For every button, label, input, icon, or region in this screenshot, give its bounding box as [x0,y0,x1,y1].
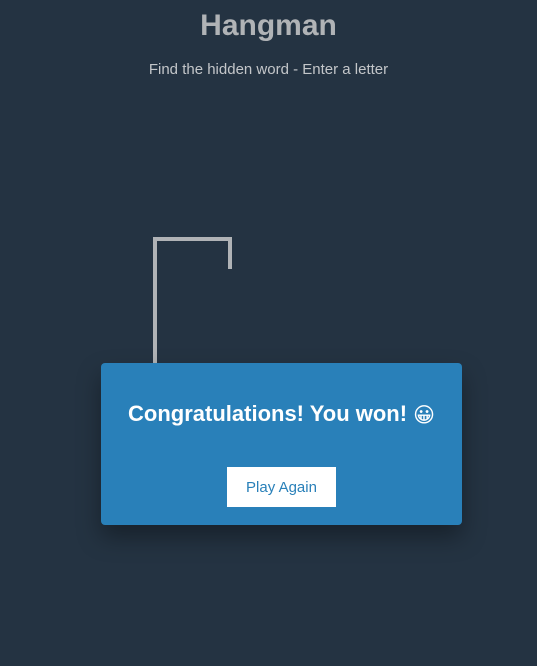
smiley-icon: 😀 [413,404,435,427]
game-title: Hangman [200,9,337,42]
game-instructions: Find the hidden word - Enter a letter [148,61,389,78]
win-message: Congratulations! You won! 😀 [101,401,462,428]
play-again-button[interactable]: Play Again [227,467,336,507]
win-message-text: Congratulations! You won! [128,401,408,426]
hangman-gallows [153,237,232,366]
win-popup: Congratulations! You won! 😀 Play Again [101,363,462,525]
